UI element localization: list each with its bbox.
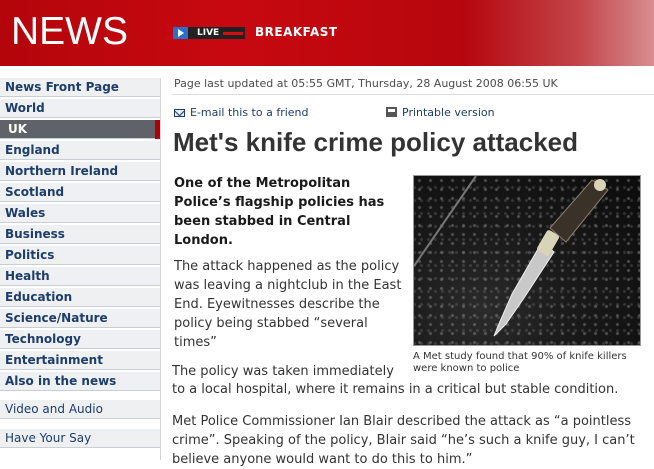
sidebar-item-also-in-the-news[interactable]: Also in the news (0, 372, 160, 391)
sidebar-item-education[interactable]: Education (0, 288, 160, 307)
programme-link[interactable]: BREAKFAST (255, 25, 338, 39)
knife-photo (413, 175, 641, 346)
tools-divider (172, 94, 654, 95)
print-link[interactable]: Printable version (386, 106, 495, 119)
live-badge[interactable]: LIVE (173, 27, 245, 39)
sidebar-item-video-and-audio[interactable]: Video and Audio (0, 400, 160, 419)
last-updated: Page last updated at 05:55 GMT, Thursday… (174, 77, 558, 90)
sidebar-item-have-your-say[interactable]: Have Your Say (0, 429, 160, 448)
sidebar-item-entertainment[interactable]: Entertainment (0, 351, 160, 370)
sidebar-item-northern-ireland[interactable]: Northern Ireland (0, 162, 160, 181)
sidebar-item-uk[interactable]: UK (0, 120, 160, 139)
knife-pommel (594, 179, 606, 191)
sidebar-item-health[interactable]: Health (0, 267, 160, 286)
sidebar-item-technology[interactable]: Technology (0, 330, 160, 349)
article-paragraph-1: The attack happened as the policy was le… (174, 259, 402, 350)
play-icon (173, 27, 188, 39)
sidebar-item-wales[interactable]: Wales (0, 204, 160, 223)
news-logo[interactable]: NEWS (11, 10, 128, 54)
sidebar-item-scotland[interactable]: Scotland (0, 183, 160, 202)
print-link-label: Printable version (402, 106, 495, 119)
sidebar-divider (160, 78, 161, 460)
envelope-icon (174, 109, 185, 117)
sidebar-item-politics[interactable]: Politics (0, 246, 160, 265)
printer-icon (386, 107, 397, 117)
photo-caption: A Met study found that 90% of knife kill… (413, 351, 627, 374)
live-indicator-bar (223, 32, 243, 35)
page-title: Met's knife crime policy attacked (173, 127, 579, 157)
sidebar-item-world[interactable]: World (0, 99, 160, 118)
knife-blade (493, 241, 555, 337)
email-link[interactable]: E-mail this to a friend (174, 106, 309, 119)
sidebar-item-england[interactable]: England (0, 141, 160, 160)
sidebar-item-news-front-page[interactable]: News Front Page (0, 78, 160, 97)
article-intro: One of the Metropolitan Police’s flagshi… (174, 176, 385, 248)
masthead-shine (464, 0, 654, 66)
email-link-label: E-mail this to a friend (190, 106, 309, 119)
sidebar-item-business[interactable]: Business (0, 225, 160, 244)
article-paragraph-2-line-1: The policy was taken immediately (172, 364, 394, 379)
live-label: LIVE (197, 28, 220, 38)
sidebar-item-science-nature[interactable]: Science/Nature (0, 309, 160, 328)
knife-illustration (414, 176, 609, 337)
sidebar-nav: News Front Page World UK England Northern Ir… (0, 78, 160, 450)
masthead: NEWS LIVE BREAKFAST (0, 0, 654, 66)
second-blade (414, 176, 477, 267)
article-paragraph-2-line-2: to a local hospital, where it remains in… (172, 382, 619, 397)
article-paragraph-3: Met Police Commissioner Ian Blair descri… (172, 414, 635, 467)
